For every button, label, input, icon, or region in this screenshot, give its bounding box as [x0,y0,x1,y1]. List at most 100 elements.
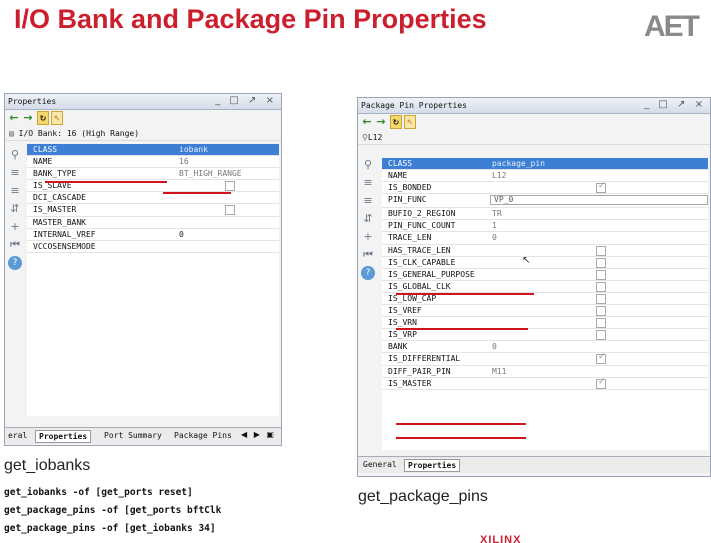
table-row[interactable]: IS_BONDED [382,181,708,195]
window-buttons[interactable]: _ □ ↗ × [215,95,277,106]
command-line: get_iobanks -of [get_ports reset] [4,487,193,498]
collapse-all-icon[interactable]: ≡ [361,176,375,190]
properties-title: Properties [8,97,57,106]
table-row[interactable]: NAME L12 [382,170,708,183]
tab-package-pins[interactable]: Package Pins [171,430,235,443]
checkbox[interactable] [596,181,606,194]
package-pin-properties-panel: Package Pin Properties _ □ ↗ × ← → ↻ ↖ ⚲… [357,97,711,477]
back-arrow-icon[interactable]: ← [8,111,20,125]
object-label-text: L12 [367,133,383,142]
select-pointer-icon[interactable]: ↖ [51,111,63,125]
package-pin-side-toolbar: ⚲ ≡ ≡ ⇵ + ⏮ ? [358,158,380,298]
package-pin-tab-bar: General Properties [358,456,710,473]
go-to-start-icon[interactable]: ⏮ [361,248,375,262]
tab-properties[interactable]: Properties [35,430,92,443]
refresh-icon[interactable]: ↻ [37,111,49,125]
table-row[interactable]: IS_VRP [382,329,708,342]
help-icon[interactable]: ? [8,256,22,270]
checkbox[interactable] [596,293,606,304]
checkbox[interactable] [225,181,235,192]
table-row[interactable]: HAS_TRACE_LEN [382,245,708,257]
checkbox[interactable] [596,330,606,341]
help-icon[interactable]: ? [361,266,375,280]
checkbox[interactable] [596,281,606,292]
checkbox[interactable] [596,245,606,256]
back-arrow-icon[interactable]: ← [361,115,373,129]
table-row[interactable]: BUFIO_2_REGION TR [382,208,708,221]
table-row[interactable]: IS_VREF [382,305,708,318]
table-row[interactable]: DCI_CASCADE [27,192,279,205]
highlight-underline [396,423,526,425]
search-icon[interactable]: ⚲ [8,148,22,162]
refresh-icon[interactable]: ↻ [390,115,402,129]
highlight-underline [163,192,231,194]
object-label-text: I/O Bank: 16 (High Range) [18,129,140,138]
add-icon[interactable]: + [361,230,375,244]
table-row[interactable]: IS_CLK_CAPABLE ↖ [382,254,708,269]
caption-get-package-pins: get_package_pins [358,488,488,505]
checkbox[interactable] [596,269,606,280]
forward-arrow-icon[interactable]: → [375,115,387,129]
properties-toolbar: ← → ↻ ↖ [5,110,281,127]
tab-port-summary[interactable]: Port Summary [101,430,165,443]
highlight-underline [45,181,167,183]
go-to-start-icon[interactable]: ⏮ [8,238,22,252]
table-row[interactable]: CLASS package_pin [382,158,708,171]
table-row[interactable]: PIN_FUNC VP_0 [382,194,708,209]
table-row[interactable]: INTERNAL_VREF 0 [27,229,279,241]
table-row[interactable]: DIFF_PAIR_PIN M11 [382,366,708,378]
table-row[interactable]: IS_MASTER [382,377,708,390]
properties-panel: Properties _ □ ↗ × ← → ↻ ↖ ▤ I/O Bank: 1… [4,93,282,446]
checkbox[interactable] [596,352,606,365]
collapse-all-icon[interactable]: ≡ [8,166,22,180]
table-row[interactable]: CLASS iobank [27,144,279,157]
package-pin-toolbar: ← → ↻ ↖ [358,114,710,131]
add-icon[interactable]: + [8,220,22,234]
table-row[interactable]: VCCOSENSEMODE [27,241,279,253]
properties-titlebar: Properties _ □ ↗ × [5,94,281,110]
package-pin-table: CLASSpackage_pin NAMEL12 IS_BONDED PIN_F… [382,158,708,450]
object-label: ▤ I/O Bank: 16 (High Range) [5,127,281,141]
tcl-commands: get_iobanks -of [get_ports reset] get_pa… [4,484,221,538]
sort-icon[interactable]: ⇵ [8,202,22,216]
highlight-underline [396,293,534,295]
properties-tab-bar: eral Properties Port Summary Package Pin… [5,427,281,444]
command-line: get_package_pins -of [get_iobanks 34] [4,523,216,534]
select-pointer-icon[interactable]: ↖ [404,115,416,129]
tab-scroll-controls[interactable]: ◀ ▶ ▣ [241,430,276,439]
highlight-underline [396,437,526,439]
table-row[interactable]: TRACE_LEN 0 [382,232,708,245]
table-row[interactable]: BANK_TYPE BT_HIGH_RANGE [27,168,279,181]
table-row[interactable]: NAME 16 [27,156,279,169]
search-icon[interactable]: ⚲ [361,158,375,172]
tab-general[interactable]: eral [5,430,30,443]
checkbox[interactable] [596,306,606,317]
object-label: ⚲L12 [358,131,710,145]
table-row[interactable]: IS_MASTER [27,204,279,217]
iobank-icon: ▤ [9,129,14,138]
table-row[interactable]: IS_GLOBAL_CLK [382,281,708,293]
checkbox[interactable] [596,377,606,389]
package-pin-titlebar: Package Pin Properties _ □ ↗ × [358,98,710,114]
properties-side-toolbar: ⚲ ≡ ≡ ⇵ + ⏮ ? [5,144,27,344]
table-row[interactable]: IS_GENERAL_PURPOSE [382,269,708,281]
tab-properties[interactable]: Properties [404,459,461,472]
expand-all-icon[interactable]: ≡ [361,194,375,208]
checkbox[interactable] [225,205,235,216]
slide-title: I/O Bank and Package Pin Properties [14,4,487,34]
window-buttons[interactable]: _ □ ↗ × [644,99,706,110]
package-pin-title: Package Pin Properties [361,101,467,110]
tab-general[interactable]: General [360,459,400,472]
checkbox[interactable] [596,318,606,329]
checkbox[interactable] [596,257,606,268]
forward-arrow-icon[interactable]: → [22,111,34,125]
mouse-cursor-icon: ↖ [522,254,531,266]
table-row[interactable]: BANK 0 [382,341,708,354]
expand-all-icon[interactable]: ≡ [8,184,22,198]
table-row[interactable]: PIN_FUNC_COUNT 1 [382,220,708,233]
table-row[interactable]: MASTER_BANK [27,217,279,229]
table-row[interactable]: IS_DIFFERENTIAL [382,352,708,366]
caption-get-iobanks: get_iobanks [4,457,91,474]
company-logo: AET [644,10,700,43]
sort-icon[interactable]: ⇵ [361,212,375,226]
